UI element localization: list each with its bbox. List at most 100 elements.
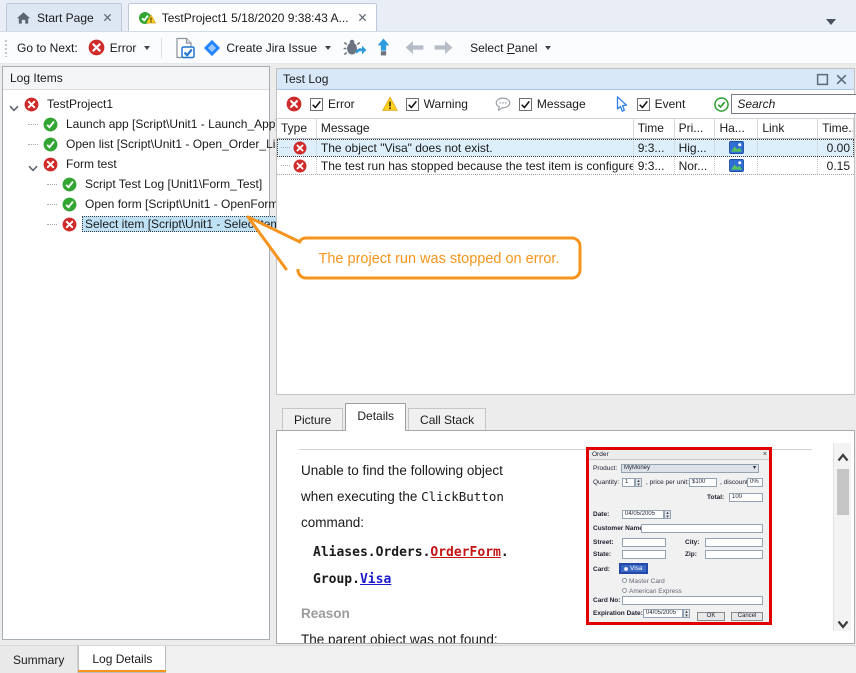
- nav-forward-icon: [433, 40, 454, 55]
- scroll-up-icon[interactable]: [837, 449, 849, 458]
- maximize-icon[interactable]: [816, 73, 829, 86]
- tree-item-label: Open list [Script\Unit1 - Open_Order_Lis…: [63, 136, 291, 152]
- log-toolbar: Go to Next: Error Create Jira Issue: [0, 32, 856, 64]
- tab-test-project-log[interactable]: TestProject1 5/18/2020 9:38:43 A...: [128, 3, 377, 31]
- tree-connector: [28, 124, 38, 125]
- order-dialog-titlebar: Order ×: [589, 450, 769, 460]
- tab-picture[interactable]: Picture: [282, 408, 343, 431]
- toolbar-grip[interactable]: [4, 39, 8, 57]
- log-time: 9:3...: [638, 159, 665, 173]
- log-row[interactable]: The test run has stopped because the tes…: [277, 157, 854, 175]
- radio-master-card: Master Card: [622, 578, 665, 585]
- tree-item[interactable]: Open list [Script\Unit1 - Open_Order_Lis…: [3, 134, 269, 154]
- tree-item-label: Form test: [63, 156, 120, 172]
- scroll-down-icon[interactable]: [837, 616, 849, 625]
- tree-connector: [47, 204, 57, 205]
- event-icon: [613, 96, 629, 112]
- nav-forward-button[interactable]: [429, 37, 458, 58]
- log-row[interactable]: The object "Visa" does not exist.9:3...H…: [277, 139, 854, 157]
- home-icon: [16, 11, 31, 25]
- nav-back-icon: [404, 40, 425, 55]
- success-icon: [43, 137, 58, 152]
- column-header-time[interactable]: Time: [634, 119, 675, 138]
- tree-item[interactable]: Select item [Script\Unit1 - SelectItem]: [3, 214, 269, 234]
- tab-overflow-icon[interactable]: [826, 13, 836, 20]
- select-panel-label: Select Panel: [470, 41, 537, 55]
- tab-log-details[interactable]: Log Details: [78, 646, 166, 673]
- doc-check-button[interactable]: [169, 34, 199, 62]
- error-icon: [24, 97, 39, 112]
- search-box: [714, 94, 856, 114]
- tree-item[interactable]: Open form [Script\Unit1 - OpenForm]: [3, 194, 269, 214]
- caret-down-icon: [545, 46, 551, 50]
- close-icon: ×: [763, 450, 767, 460]
- tree-item[interactable]: Form test: [3, 154, 269, 174]
- details-scrollbar[interactable]: [833, 443, 851, 631]
- error-icon: [293, 159, 307, 173]
- go-to-parent-button[interactable]: [371, 35, 396, 60]
- tree-item[interactable]: Launch app [Script\Unit1 - Launch_App]: [3, 114, 269, 134]
- close-icon[interactable]: [835, 73, 848, 86]
- tree-item[interactable]: Script Test Log [Unit1\Form_Test]: [3, 174, 269, 194]
- log-items-tree: TestProject1 Launch app [Script\Unit1 - L…: [3, 90, 269, 234]
- create-jira-issue-button[interactable]: Create Jira Issue: [199, 36, 335, 60]
- test-log-panel-header: Test Log: [277, 69, 854, 90]
- tree-item-label: TestProject1: [44, 96, 116, 112]
- error-icon: [293, 141, 307, 155]
- post-defect-button[interactable]: [339, 35, 371, 60]
- tree-item-label: Launch app [Script\Unit1 - Launch_App]: [63, 116, 282, 132]
- select-panel-button[interactable]: Select Panel: [466, 38, 555, 58]
- scrollbar-thumb[interactable]: [837, 469, 849, 515]
- chevron-down-icon[interactable]: [9, 101, 19, 108]
- column-header-priority[interactable]: Pri...: [675, 119, 716, 138]
- log-time-total: 0.15: [827, 159, 850, 173]
- jira-icon: [203, 39, 221, 57]
- test-log-panel-title: Test Log: [283, 72, 328, 86]
- warning-checkbox[interactable]: [406, 98, 419, 111]
- tab-details[interactable]: Details: [345, 403, 406, 431]
- log-message: The test run has stopped because the tes…: [321, 159, 634, 173]
- caret-down-icon: [325, 46, 331, 50]
- error-screenshot-order-dialog: Order × Product: MyMoney▾ Quantity: 1 ▴▾…: [586, 447, 772, 625]
- close-icon[interactable]: [358, 13, 367, 22]
- event-checkbox[interactable]: [637, 98, 650, 111]
- tab-call-stack[interactable]: Call Stack: [408, 408, 486, 431]
- chevron-down-icon[interactable]: [28, 161, 38, 168]
- tab-summary[interactable]: Summary: [0, 646, 78, 673]
- column-header-time-total[interactable]: Time...: [818, 119, 854, 138]
- create-jira-label: Create Jira Issue: [226, 41, 317, 55]
- close-icon[interactable]: [103, 13, 112, 22]
- column-header-link[interactable]: Link: [758, 119, 818, 138]
- picture-icon: [729, 159, 744, 172]
- log-priority: Hig...: [679, 141, 707, 155]
- log-priority: Nor...: [679, 159, 708, 173]
- tree-connector: [47, 224, 57, 225]
- nav-back-button[interactable]: [400, 37, 429, 58]
- filter-label: Event: [655, 97, 686, 111]
- reason-heading: Reason: [301, 606, 350, 621]
- log-items-panel-title: Log Items: [3, 67, 269, 90]
- search-status-icon: [714, 97, 729, 112]
- filter-label: Message: [537, 97, 586, 111]
- tree-item[interactable]: TestProject1: [3, 94, 269, 114]
- column-header-type[interactable]: Type: [277, 119, 317, 138]
- test-log-panel: Test Log ErrorWarningMessageEvent TypeMe…: [276, 68, 855, 395]
- column-header-has-picture[interactable]: Ha...: [715, 119, 758, 138]
- success-icon: [43, 117, 58, 132]
- column-header-message[interactable]: Message: [317, 119, 634, 138]
- filter-error: Error: [286, 96, 355, 112]
- picture-icon: [729, 141, 744, 154]
- bottom-tab-bar: SummaryLog Details: [0, 645, 856, 673]
- filter-event: Event: [613, 96, 686, 112]
- tab-label: TestProject1 5/18/2020 9:38:43 A...: [162, 11, 349, 25]
- orderform-link[interactable]: OrderForm: [430, 545, 500, 560]
- message-checkbox[interactable]: [519, 98, 532, 111]
- visa-link[interactable]: Visa: [360, 572, 391, 587]
- search-input[interactable]: [731, 94, 856, 114]
- tab-start-page[interactable]: Start Page: [6, 3, 122, 31]
- go-to-next-error-button[interactable]: Error: [84, 36, 155, 59]
- doc-check-icon: [173, 37, 195, 59]
- log-time-total: 0.00: [827, 141, 850, 155]
- error-checkbox[interactable]: [310, 98, 323, 111]
- log-message: The object "Visa" does not exist.: [321, 141, 493, 155]
